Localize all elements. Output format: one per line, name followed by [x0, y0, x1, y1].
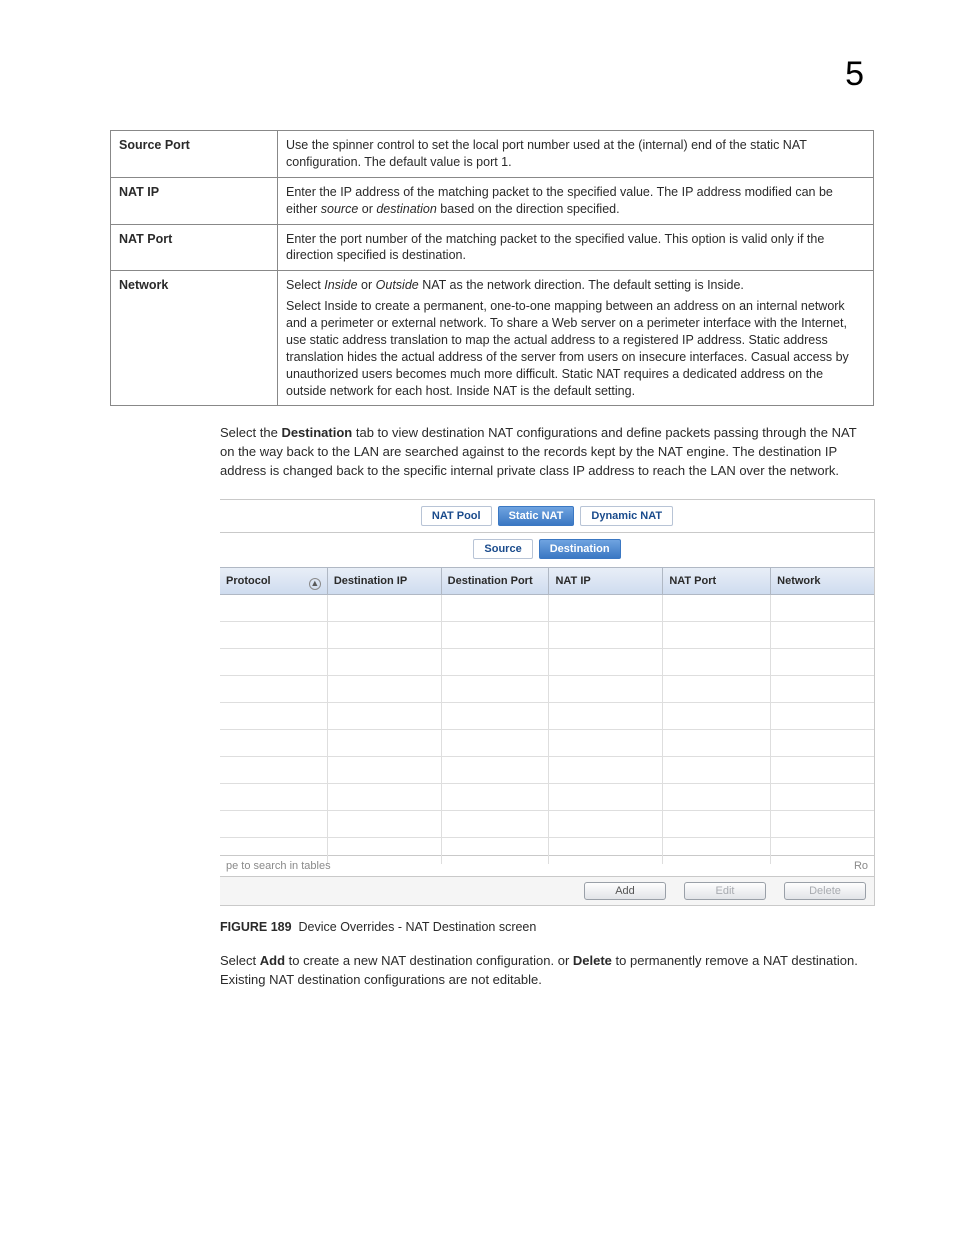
page-number: 5: [845, 55, 864, 94]
tab-nat-pool[interactable]: NAT Pool: [421, 506, 492, 526]
col-destination-ip[interactable]: Destination IP: [328, 568, 442, 594]
param-description: Select Inside or Outside NAT as the netw…: [278, 271, 874, 406]
param-row: NAT IPEnter the IP address of the matchi…: [111, 177, 874, 224]
grid-header: Protocol ▲ Destination IP Destination Po…: [220, 567, 874, 595]
row-count-fragment: Ro: [854, 860, 868, 872]
nat-destination-screenshot: NAT Pool Static NAT Dynamic NAT Source D…: [220, 499, 875, 906]
search-input-fragment[interactable]: pe to search in tables: [226, 860, 331, 872]
primary-tabs: NAT Pool Static NAT Dynamic NAT: [220, 500, 874, 533]
delete-button[interactable]: Delete: [784, 882, 866, 900]
table-row[interactable]: [220, 622, 874, 649]
param-description: Enter the IP address of the matching pac…: [278, 177, 874, 224]
table-row[interactable]: [220, 730, 874, 757]
table-row[interactable]: [220, 595, 874, 622]
param-name: Network: [111, 271, 278, 406]
add-button[interactable]: Add: [584, 882, 666, 900]
param-row: NAT PortEnter the port number of the mat…: [111, 224, 874, 271]
figure-caption: FIGURE 189 Device Overrides - NAT Destin…: [220, 920, 874, 934]
table-row[interactable]: [220, 703, 874, 730]
param-name: NAT IP: [111, 177, 278, 224]
table-row[interactable]: [220, 757, 874, 784]
param-description: Use the spinner control to set the local…: [278, 131, 874, 178]
edit-button[interactable]: Edit: [684, 882, 766, 900]
table-row[interactable]: [220, 649, 874, 676]
parameter-table: Source PortUse the spinner control to se…: [110, 130, 874, 406]
param-row: Source PortUse the spinner control to se…: [111, 131, 874, 178]
param-row: NetworkSelect Inside or Outside NAT as t…: [111, 271, 874, 406]
destination-paragraph: Select the Destination tab to view desti…: [220, 424, 874, 481]
param-description: Enter the port number of the matching pa…: [278, 224, 874, 271]
tab-static-nat[interactable]: Static NAT: [498, 506, 575, 526]
tab-source[interactable]: Source: [473, 539, 532, 559]
table-row[interactable]: [220, 784, 874, 811]
tab-destination[interactable]: Destination: [539, 539, 621, 559]
grid-body: [220, 595, 874, 855]
tab-dynamic-nat[interactable]: Dynamic NAT: [580, 506, 673, 526]
table-row[interactable]: [220, 811, 874, 838]
grid-action-bar: Add Edit Delete: [220, 877, 874, 905]
param-name: Source Port: [111, 131, 278, 178]
table-row[interactable]: [220, 676, 874, 703]
add-delete-paragraph: Select Add to create a new NAT destinati…: [220, 952, 874, 990]
col-destination-port[interactable]: Destination Port: [442, 568, 550, 594]
col-nat-ip[interactable]: NAT IP: [549, 568, 663, 594]
col-nat-port[interactable]: NAT Port: [663, 568, 771, 594]
col-protocol[interactable]: Protocol ▲: [220, 568, 328, 594]
col-network[interactable]: Network: [771, 568, 874, 594]
secondary-tabs: Source Destination: [220, 533, 874, 567]
sort-asc-icon[interactable]: ▲: [309, 578, 321, 590]
param-name: NAT Port: [111, 224, 278, 271]
